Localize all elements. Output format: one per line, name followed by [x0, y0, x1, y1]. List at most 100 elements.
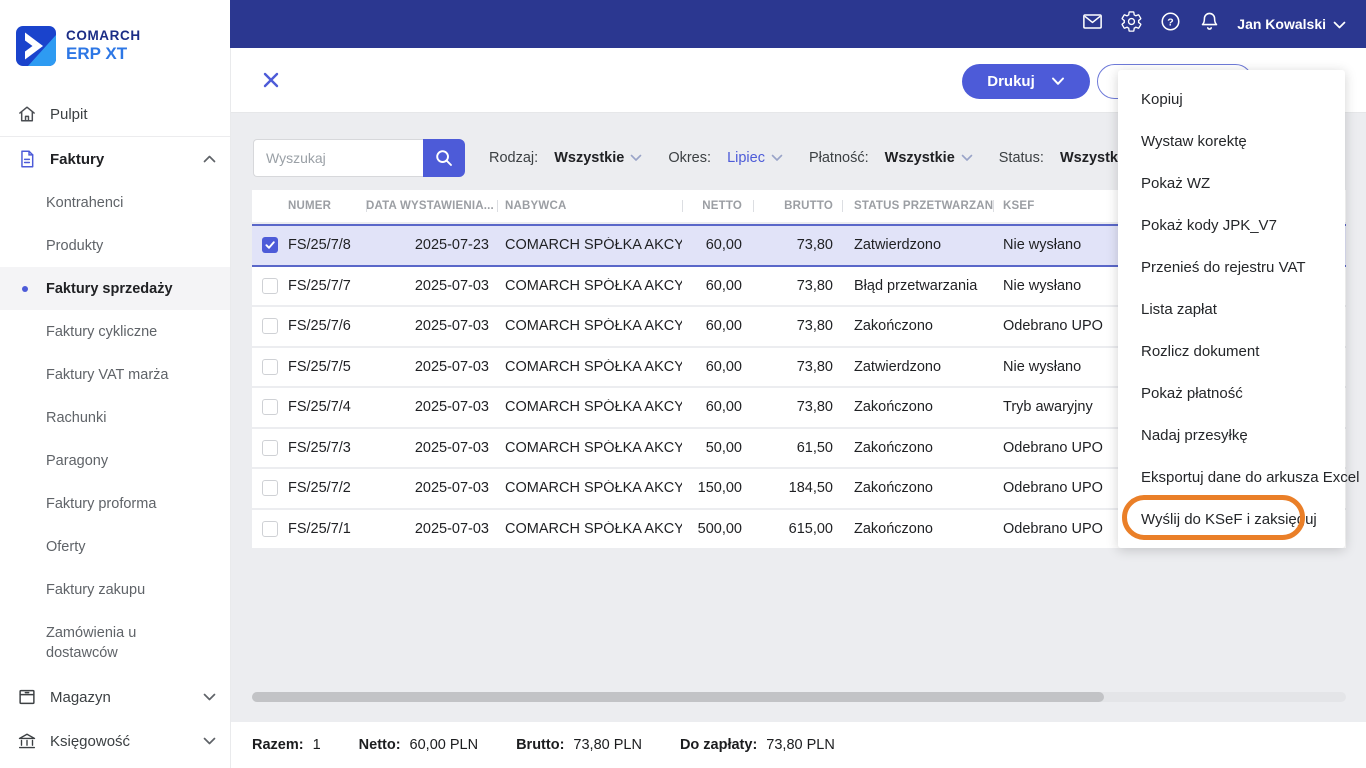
active-item-dot: [22, 285, 28, 292]
cell-netto: 500,00: [697, 520, 742, 537]
filter-chevron-icon: [771, 150, 783, 166]
cell-status: Zakończono: [854, 520, 933, 537]
sidebar-item-rachunki[interactable]: Rachunki: [0, 396, 230, 439]
sidebar-item-ksiegowosc[interactable]: Księgowość: [0, 719, 230, 763]
column-header: BRUTTO: [753, 200, 842, 212]
row-checkbox[interactable]: [262, 318, 278, 335]
total-dozapłaty: Do zapłaty: 73,80 PLN: [680, 737, 835, 753]
cell-netto: 60,00: [705, 277, 742, 294]
cell-numer: FS/25/7/7: [288, 277, 351, 294]
notifications-button[interactable]: [1198, 12, 1220, 35]
sidebar-item-paragony[interactable]: Paragony: [0, 439, 230, 482]
row-checkbox[interactable]: [262, 520, 278, 537]
cell-numer: FS/25/7/3: [288, 439, 351, 456]
row-checkbox-cell: [252, 358, 286, 375]
filter-rodzaj[interactable]: Rodzaj: Wszystkie: [489, 150, 642, 166]
user-menu[interactable]: Jan Kowalski: [1237, 16, 1346, 32]
chevron-up-icon: [203, 150, 216, 168]
sidebar-item-faktury[interactable]: Faktury: [0, 137, 230, 181]
mail-button[interactable]: [1081, 13, 1103, 35]
sidebar-subitem-label: Oferty: [46, 538, 86, 555]
sidebar-item-oferty[interactable]: Oferty: [0, 525, 230, 568]
cell-status: Błąd przetwarzania: [854, 277, 978, 294]
chevron-down-icon: [1051, 77, 1064, 85]
cell-brutto: 184,50: [788, 480, 833, 497]
sidebar-subitem-label: Faktury cykliczne: [46, 323, 158, 340]
sidebar-item-faktury-sprzedazy[interactable]: Faktury sprzedaży: [0, 267, 230, 310]
cell-nabywca: COMARCH SPÓŁKA AKCYJNA: [505, 237, 682, 254]
sidebar-item-pulpit[interactable]: Pulpit: [0, 92, 230, 136]
menu-item-eksportuj-dane-do-arkusza-excel[interactable]: Eksportuj dane do arkusza Excel: [1118, 456, 1359, 498]
cell-netto: 60,00: [705, 399, 742, 416]
horizontal-scrollbar[interactable]: [252, 692, 1346, 702]
menu-item-kopiuj[interactable]: Kopiuj: [1118, 78, 1345, 120]
row-checkbox-cell: [252, 237, 286, 254]
row-checkbox[interactable]: [262, 237, 278, 254]
brand-name: COMARCH: [66, 28, 141, 44]
cell-numer: FS/25/7/1: [288, 520, 351, 537]
cell-netto: 150,00: [697, 480, 742, 497]
column-header: NETTO: [682, 200, 753, 212]
comarch-logo-icon: [16, 26, 56, 66]
sidebar-subitem-label: Faktury zakupu: [46, 581, 146, 598]
filter-chevron-icon: [630, 150, 642, 166]
menu-item-poka-kody-jpk-v7[interactable]: Pokaż kody JPK_V7: [1118, 204, 1345, 246]
scrollbar-thumb[interactable]: [252, 692, 1104, 702]
sidebar-item-faktury-zakupu[interactable]: Faktury zakupu: [0, 568, 230, 611]
sidebar-item-label: Księgowość: [50, 732, 131, 750]
sidebar-item-magazyn[interactable]: Magazyn: [0, 675, 230, 719]
filter-label: Status:: [998, 150, 1044, 166]
bank-icon: [16, 729, 40, 753]
cell-brutto: 73,80: [796, 318, 833, 335]
close-icon: [263, 72, 279, 88]
filter-value: Wszystkie: [884, 150, 955, 166]
total-label: Netto:: [358, 737, 401, 753]
cell-brutto: 73,80: [796, 237, 833, 254]
column-header: DATA WYSTAWIENIA...: [366, 200, 497, 212]
sidebar-item-kontrahenci[interactable]: Kontrahenci: [0, 181, 230, 224]
row-checkbox[interactable]: [262, 358, 278, 375]
help-button[interactable]: ?: [1159, 12, 1181, 35]
main-content: Drukuj Rodzaj: Wszystkie Okres: Lipiec Pła…: [230, 48, 1366, 768]
menu-item-lista-zap-at[interactable]: Lista zapłat: [1118, 288, 1345, 330]
menu-item-wystaw-korekt-[interactable]: Wystaw korektę: [1118, 120, 1345, 162]
filter-płatność[interactable]: Płatność: Wszystkie: [809, 150, 973, 166]
cell-data: 2025-07-03: [414, 480, 489, 497]
menu-item-rozlicz-dokument[interactable]: Rozlicz dokument: [1118, 330, 1345, 372]
row-checkbox[interactable]: [262, 480, 278, 497]
filter-okres[interactable]: Okres: Lipiec: [668, 150, 783, 166]
menu-item-poka-wz[interactable]: Pokaż WZ: [1118, 162, 1345, 204]
menu-item-poka-p-atno-[interactable]: Pokaż płatność: [1118, 372, 1345, 414]
sidebar-item-faktury-vat-marza[interactable]: Faktury VAT marża: [0, 353, 230, 396]
brand-logo[interactable]: COMARCH ERP XT: [0, 0, 230, 92]
menu-item-nadaj-przesy-k-[interactable]: Nadaj przesyłkę: [1118, 414, 1345, 456]
cell-status: Zakończono: [854, 439, 933, 456]
filter-chevron-icon: [961, 150, 973, 166]
sidebar-item-zamowienia-u-dostawcow[interactable]: Zamówienia u dostawców: [0, 611, 230, 675]
sidebar-item-faktury-cykliczne[interactable]: Faktury cykliczne: [0, 310, 230, 353]
sidebar: COMARCH ERP XT Pulpit Faktury Kontrahenci P…: [0, 0, 231, 768]
row-checkbox[interactable]: [262, 277, 278, 294]
cell-data: 2025-07-23: [414, 237, 489, 254]
cell-numer: FS/25/7/5: [288, 358, 351, 375]
menu-item-przenie-do-rejestru-vat[interactable]: Przenieś do rejestru VAT: [1118, 246, 1345, 288]
sidebar-item-produkty[interactable]: Produkty: [0, 224, 230, 267]
menu-item-wy-lij-do-ksef-i-zaksi-guj[interactable]: Wyślij do KSeF i zaksięguj: [1118, 498, 1345, 540]
sidebar-item-faktury-proforma[interactable]: Faktury proforma: [0, 482, 230, 525]
column-header: NABYWCA: [497, 200, 682, 212]
search-icon: [436, 150, 452, 166]
row-checkbox[interactable]: [262, 399, 278, 416]
search-button[interactable]: [423, 139, 465, 177]
row-checkbox[interactable]: [262, 439, 278, 456]
home-icon: [16, 102, 40, 126]
cell-netto: 60,00: [705, 237, 742, 254]
cell-numer: FS/25/7/6: [288, 318, 351, 335]
close-button[interactable]: [260, 70, 282, 92]
search-input[interactable]: [253, 139, 423, 177]
sidebar-item-label: Pulpit: [50, 105, 88, 123]
filter-value: Lipiec: [727, 150, 765, 166]
settings-button[interactable]: [1120, 11, 1142, 35]
filter-value: Wszystkie: [554, 150, 625, 166]
row-checkbox-cell: [252, 318, 286, 335]
print-button[interactable]: Drukuj: [962, 64, 1090, 99]
